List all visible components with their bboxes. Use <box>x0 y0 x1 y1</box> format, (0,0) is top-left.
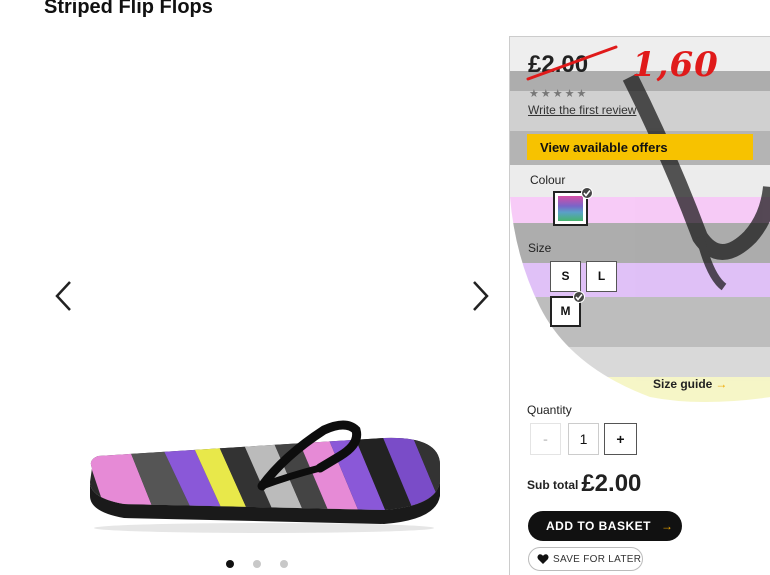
quantity-increase-button[interactable]: + <box>604 423 637 455</box>
size-option-l[interactable]: L <box>586 261 617 292</box>
checkmark-icon <box>573 291 585 303</box>
write-review-link[interactable]: Write the first review <box>528 103 636 117</box>
subtotal-value: £2.00 <box>581 470 642 497</box>
subtotal: Sub total £2.00 <box>527 470 641 498</box>
arrow-right-icon: → <box>660 519 674 533</box>
swatch-color <box>558 196 583 221</box>
gallery-dot-1[interactable] <box>226 560 234 568</box>
price-strikethrough <box>526 45 618 81</box>
star-icon: ★ <box>552 88 563 100</box>
save-for-later-button[interactable]: SAVE FOR LATER <box>528 547 643 571</box>
quantity-input[interactable]: 1 <box>568 423 599 455</box>
colour-label: Colour <box>530 173 566 187</box>
quantity-label: Quantity <box>527 403 572 417</box>
quantity-decrease-button[interactable]: - <box>530 423 561 455</box>
add-to-basket-label: ADD TO BASKET <box>546 519 651 533</box>
star-icon: ★ <box>564 88 575 100</box>
chevron-right-icon[interactable] <box>468 278 492 314</box>
checkmark-icon <box>581 187 593 199</box>
arrow-right-icon: → <box>715 377 728 391</box>
size-guide-label: Size guide <box>653 377 713 391</box>
product-details-panel: £2.00 1,60 ★ ★ ★ ★ ★ Write the first rev… <box>509 36 770 575</box>
star-icon: ★ <box>576 88 587 100</box>
handwritten-new-price: 1,60 <box>632 45 719 85</box>
flip-flop-image <box>90 420 440 533</box>
rating-stars: ★ ★ ★ ★ ★ <box>529 87 586 100</box>
product-gallery <box>40 30 510 575</box>
size-guide-link[interactable]: Size guide → <box>653 377 727 391</box>
gallery-dot-2[interactable] <box>253 560 261 568</box>
gallery-dot-3[interactable] <box>280 560 288 568</box>
gallery-pagination <box>226 560 288 568</box>
save-for-later-label: SAVE FOR LATER <box>553 554 642 565</box>
star-icon: ★ <box>529 88 539 100</box>
subtotal-label: Sub total <box>527 478 579 492</box>
chevron-left-icon[interactable] <box>52 278 76 314</box>
size-label: Size <box>528 241 552 255</box>
page-title: Striped Flip Flops <box>44 0 213 18</box>
view-offers-button[interactable]: View available offers <box>527 134 753 160</box>
add-to-basket-button[interactable]: ADD TO BASKET → <box>528 511 682 541</box>
heart-icon <box>537 554 549 564</box>
size-option-s[interactable]: S <box>550 261 581 292</box>
star-icon: ★ <box>540 88 551 100</box>
